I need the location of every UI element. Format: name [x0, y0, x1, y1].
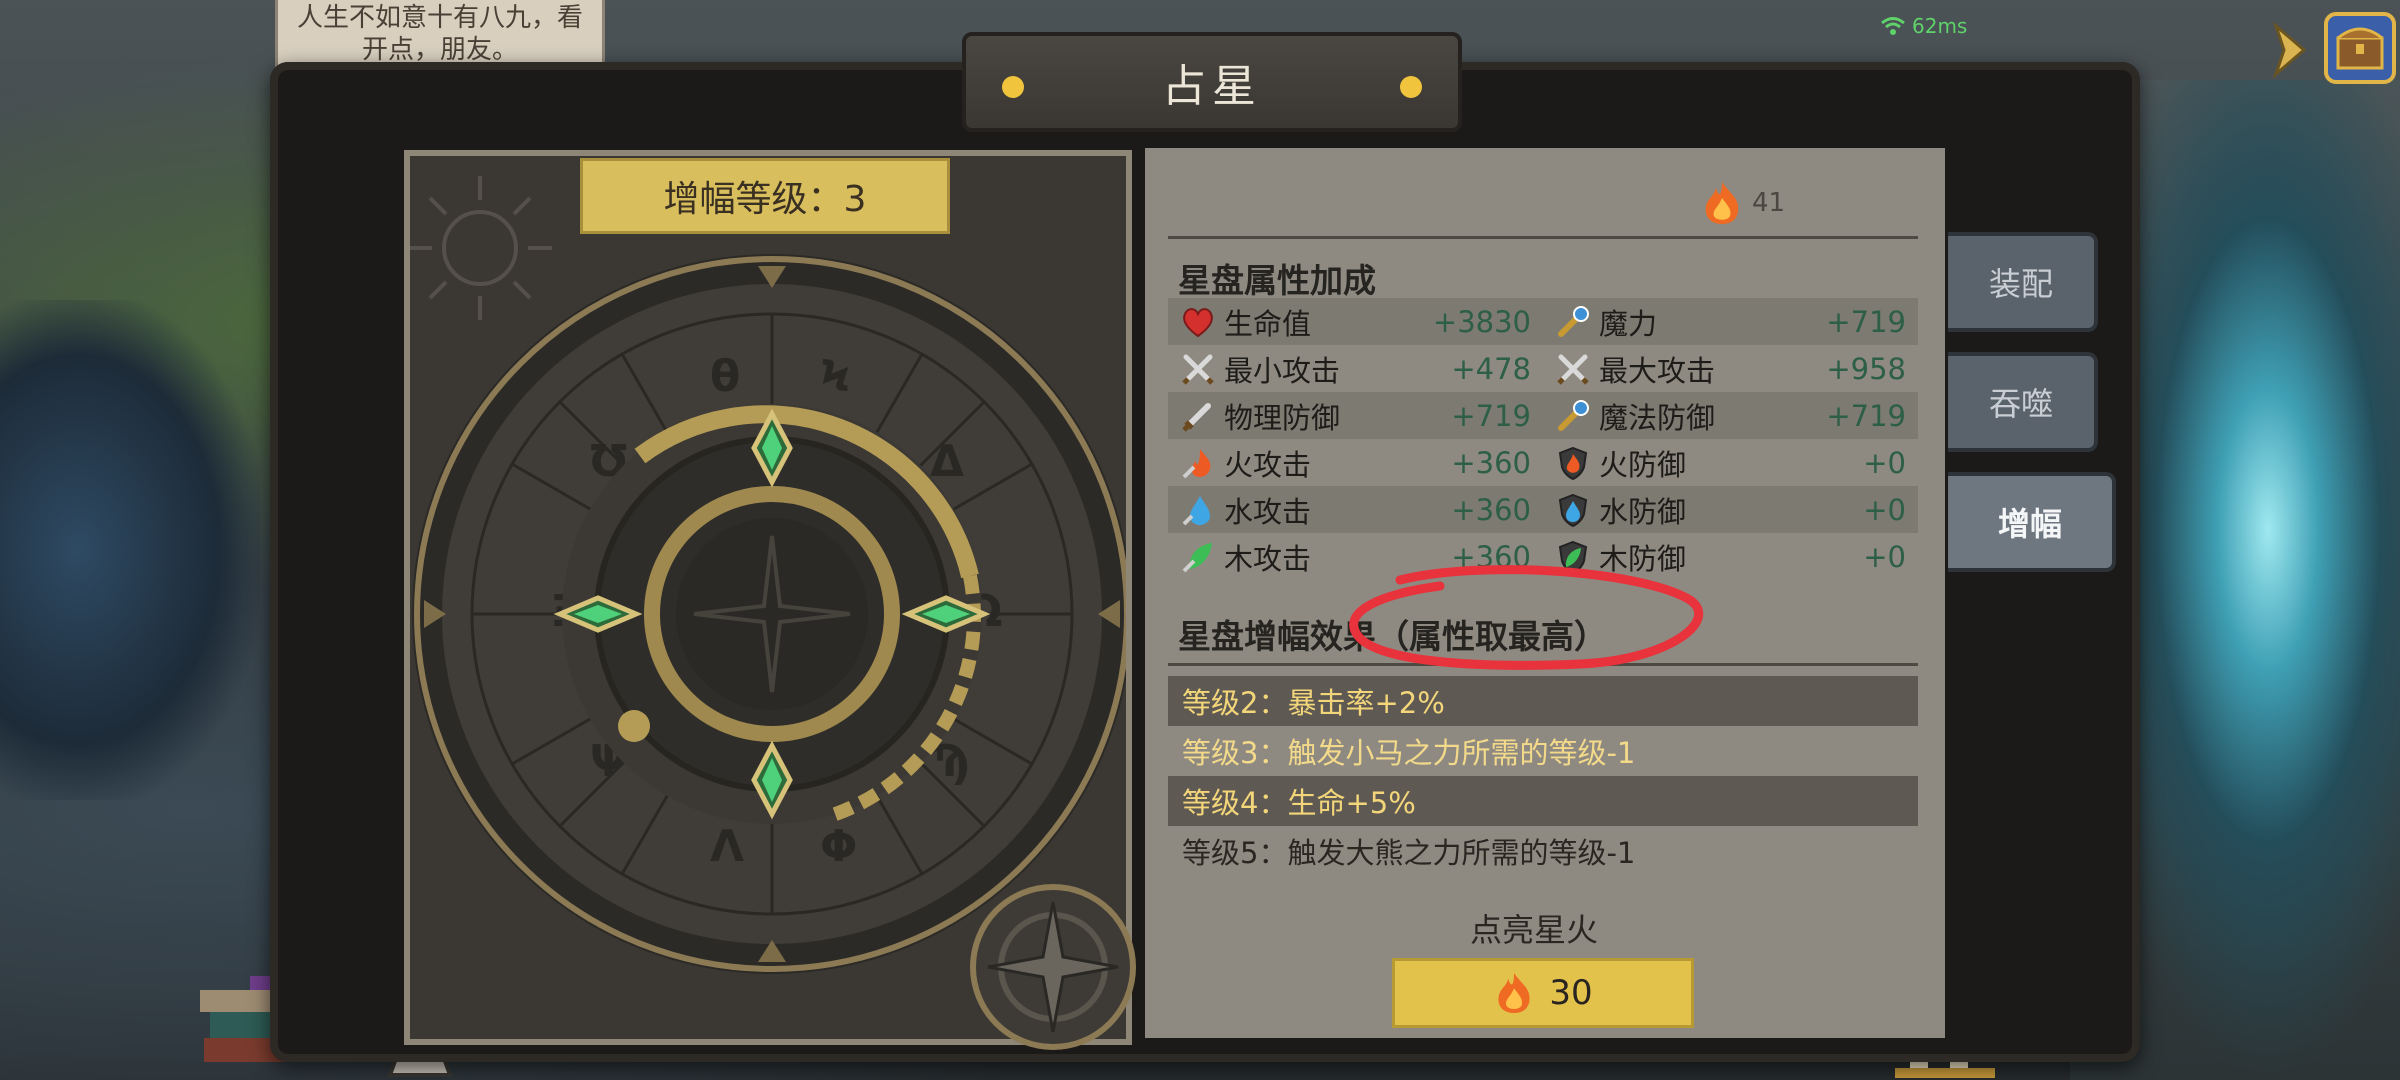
- stat-value: +360: [1451, 539, 1531, 574]
- stat-row: 水攻击 +360 水防御 +0: [1168, 486, 1918, 533]
- stat-value: +0: [1863, 492, 1906, 527]
- effect-item: 等级5：触发大熊之力所需的等级-1: [1182, 836, 1636, 866]
- stat-cell: 火攻击 +360: [1168, 442, 1543, 484]
- fire-attack-icon: [1182, 448, 1211, 478]
- stat-name: 魔力: [1599, 306, 1658, 341]
- amplify-level-banner: 增幅等级：3: [549, 158, 981, 239]
- stat-name: 水防御: [1599, 494, 1687, 529]
- stat-row: 物理防御 +719 魔法防御 +719: [1168, 392, 1918, 439]
- stat-name: 火防御: [1599, 447, 1687, 482]
- water-attack-icon: [1182, 495, 1210, 525]
- wood-attack-icon: [1182, 542, 1212, 572]
- tab-amplify[interactable]: 增幅: [1948, 472, 2116, 572]
- flame-count-value: 41: [1752, 188, 1786, 218]
- stat-cell: 魔法防御 +719: [1543, 395, 1918, 437]
- stat-value: +478: [1451, 351, 1531, 386]
- tab-equip[interactable]: 装配: [1948, 232, 2098, 332]
- network-status: 62ms: [1880, 14, 1967, 38]
- stat-cell: 木防御 +0: [1543, 536, 1918, 578]
- effect-item: 等级3：触发小马之力所需的等级-1: [1182, 736, 1636, 770]
- stat-cell: 魔力 +719: [1543, 301, 1918, 343]
- amplify-effects-list[interactable]: 等级2：暴击率+2% 等级3：触发小马之力所需的等级-1 等级4：生命+5% 等级5：…: [1168, 676, 1918, 866]
- stat-value: +719: [1826, 304, 1906, 339]
- flame-icon: [1705, 182, 1739, 224]
- stat-cell: 木攻击 +360: [1168, 536, 1543, 578]
- stat-name: 魔法防御: [1599, 400, 1716, 435]
- stat-row: 火攻击 +360 火防御 +0: [1168, 439, 1918, 486]
- svg-text:Φ: Φ: [820, 821, 857, 872]
- wand-icon: [1558, 305, 1589, 337]
- svg-text:θ: θ: [710, 351, 740, 402]
- stat-cell: 水防御 +0: [1543, 489, 1918, 531]
- light-up-cost: 30: [1549, 973, 1593, 1013]
- crossed-swords-icon: [1557, 354, 1589, 385]
- stat-value: +3830: [1432, 304, 1531, 339]
- quote-line-1: 人生不如意十有八九，看: [296, 3, 583, 33]
- fire-shield-icon: [1558, 446, 1588, 480]
- stat-row: 木攻击 +360 木防御 +0: [1168, 533, 1918, 580]
- svg-text:Ϟ: Ϟ: [820, 351, 851, 402]
- crossed-swords-icon: [1182, 354, 1214, 385]
- stat-cell: 生命值 +3830: [1168, 301, 1543, 343]
- attributes-section-title: 星盘属性加成: [1178, 261, 1376, 300]
- stat-cell: 水攻击 +360: [1168, 489, 1543, 531]
- stat-cell: 最大攻击 +958: [1543, 348, 1918, 390]
- sword-icon: [1182, 402, 1211, 432]
- stat-name: 生命值: [1224, 306, 1312, 341]
- wand-icon: [1558, 399, 1589, 431]
- stat-cell: 火防御 +0: [1543, 442, 1918, 484]
- stat-value: +0: [1863, 445, 1906, 480]
- stat-name: 物理防御: [1224, 400, 1341, 435]
- svg-text:Δ: Δ: [930, 436, 964, 487]
- water-shield-icon: [1558, 493, 1588, 527]
- stat-name: 木防御: [1599, 541, 1687, 576]
- stat-value: +0: [1863, 539, 1906, 574]
- stat-row: 生命值 +3830 魔力 +719: [1168, 298, 1918, 345]
- stat-cell: 最小攻击 +478: [1168, 348, 1543, 390]
- window-title-plate: 占星: [962, 32, 1462, 132]
- amplify-effects-title: 星盘增幅效果（属性取最高）: [1178, 617, 1607, 656]
- stat-cell: 物理防御 +719: [1168, 395, 1543, 437]
- flame-icon: [1498, 972, 1530, 1014]
- stat-row: 最小攻击 +478 最大攻击 +958: [1168, 345, 1918, 392]
- ping-value: 62ms: [1912, 14, 1968, 38]
- stat-value: +958: [1826, 351, 1906, 386]
- heart-icon: [1183, 307, 1213, 337]
- light-up-label: 点亮星火: [1470, 911, 1599, 949]
- stat-name: 火攻击: [1224, 447, 1312, 482]
- effect-item: 等级4：生命+5%: [1168, 776, 1918, 826]
- title-right-gem-icon: [1400, 76, 1422, 98]
- flame-currency: 41: [1700, 180, 1785, 226]
- stat-name: 水攻击: [1224, 494, 1312, 529]
- effects-divider: [1168, 663, 1918, 666]
- effect-item: 等级2：暴击率+2%: [1168, 676, 1918, 726]
- light-up-button[interactable]: 30: [1392, 958, 1694, 1028]
- expand-arrow-icon[interactable]: [2270, 20, 2310, 80]
- title-left-gem-icon: [1002, 76, 1024, 98]
- stat-name: 木攻击: [1224, 541, 1312, 576]
- top-divider: [1168, 236, 1918, 239]
- stat-value: +360: [1451, 492, 1531, 527]
- window-title: 占星: [1162, 61, 1262, 112]
- stat-name: 最小攻击: [1224, 353, 1341, 388]
- quote-board: 人生不如意十有八九，看 开点，朋友。: [275, 0, 605, 70]
- stat-value: +719: [1451, 398, 1531, 433]
- svg-text:Λ: Λ: [710, 821, 744, 872]
- attribute-stats-table: 生命值 +3830 魔力 +719 最小攻击 +478 最大攻击 +958 物理防御 +719 魔法…: [1168, 298, 1918, 580]
- stat-value: +360: [1451, 445, 1531, 480]
- treasure-chest-icon[interactable]: [2320, 8, 2400, 88]
- wifi-icon: [1881, 17, 1905, 35]
- tab-devour[interactable]: 吞噬: [1948, 352, 2098, 452]
- stat-name: 最大攻击: [1599, 353, 1716, 388]
- compass-button[interactable]: [968, 882, 1138, 1052]
- stat-value: +719: [1826, 398, 1906, 433]
- wood-shield-icon: [1558, 540, 1588, 574]
- background-plant: [0, 300, 260, 800]
